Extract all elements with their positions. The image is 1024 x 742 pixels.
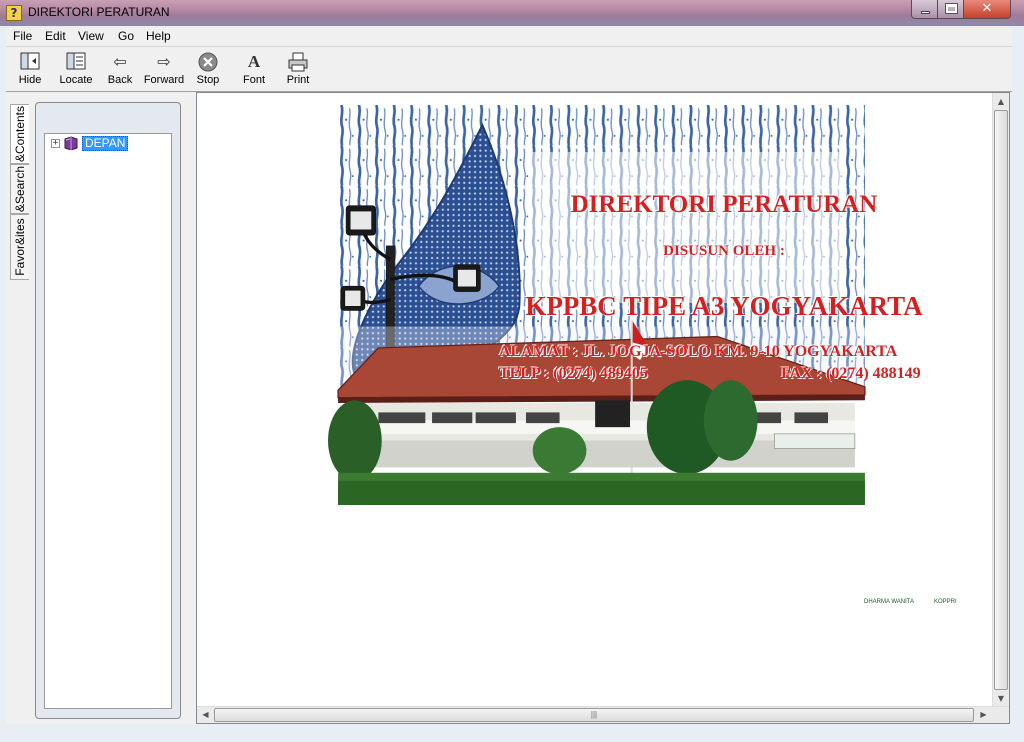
locate-button[interactable]: Locate: [54, 49, 98, 89]
scroll-right-icon[interactable]: ▶: [975, 707, 992, 723]
minimize-icon: [921, 11, 930, 14]
close-icon: ✕: [981, 1, 993, 16]
hide-pane-icon: [19, 52, 41, 72]
vertical-scrollbar[interactable]: ▲ ▼: [992, 93, 1009, 707]
contents-pane: + DEPAN: [30, 92, 190, 724]
maximize-button[interactable]: [937, 0, 964, 19]
menu-edit[interactable]: Edit: [45, 29, 66, 43]
stop-icon: [197, 52, 219, 72]
window-title: DIREKTORI PERATURAN: [28, 5, 170, 19]
font-button[interactable]: A Font: [238, 49, 270, 89]
vertical-scroll-thumb[interactable]: [994, 110, 1008, 690]
back-button[interactable]: ⇦ Back: [102, 49, 138, 89]
topic-content-pane: DIREKTORI PERATURAN DISUSUN OLEH : KPPBC…: [196, 92, 1010, 724]
cover-image: DIREKTORI PERATURAN DISUSUN OLEH : KPPBC…: [209, 105, 994, 701]
cover-address: ALAMAT : JL. JOGJA-SOLO KM. 9-10 YOGYAKA…: [499, 343, 898, 360]
horizontal-scroll-thumb[interactable]: |||: [214, 708, 974, 722]
navigation-tabs: &Contents &Search Favor&ites: [6, 92, 30, 724]
building-sign: BEA DAN CUKAI: [599, 549, 639, 555]
scroll-up-icon[interactable]: ▲: [993, 93, 1009, 110]
contents-tree[interactable]: + DEPAN: [44, 133, 172, 709]
help-viewer-window: ? DIREKTORI PERATURAN ✕ File Edit View G…: [0, 0, 1024, 742]
help-app-icon: ?: [6, 5, 22, 21]
tab-favorites[interactable]: Favor&ites: [10, 214, 29, 280]
cover-title: DIREKTORI PERATURAN: [570, 191, 878, 218]
tree-item-label[interactable]: DEPAN: [82, 136, 129, 151]
horizontal-scrollbar[interactable]: ◀ ||| ▶: [197, 706, 1009, 723]
locate-icon: [65, 52, 87, 72]
scroll-down-icon[interactable]: ▼: [993, 690, 1009, 707]
menu-bar: File Edit View Go Help: [6, 27, 1012, 47]
hide-button[interactable]: Hide: [10, 49, 50, 89]
sign-dharma-wanita: DHARMA WANITA: [864, 599, 915, 605]
stop-button[interactable]: Stop: [192, 49, 224, 89]
printer-icon: [287, 52, 309, 72]
cover-office: KPPBC TIPE A3 YOGYAKARTA: [525, 291, 923, 321]
print-button[interactable]: Print: [282, 49, 314, 89]
expand-icon[interactable]: +: [51, 139, 60, 148]
cover-by: DISUSUN OLEH :: [663, 243, 785, 259]
forward-button[interactable]: ⇨ Forward: [140, 49, 188, 89]
toolbar: Hide Locate ⇦ Back ⇨ Forward Stop A Font: [6, 47, 1012, 92]
menu-view[interactable]: View: [78, 29, 104, 43]
maximize-icon: [945, 3, 958, 14]
menu-file[interactable]: File: [13, 29, 32, 43]
font-icon: A: [247, 52, 261, 71]
book-icon: [63, 136, 79, 151]
menu-go[interactable]: Go: [118, 29, 134, 43]
back-arrow-icon: ⇦: [113, 52, 127, 71]
menu-help[interactable]: Help: [146, 29, 171, 43]
cover-phone: TELP : (0274) 489405: [499, 365, 648, 382]
cover-fax: FAX : (0274) 488149: [781, 365, 921, 382]
contents-frame: + DEPAN: [35, 102, 181, 719]
title-bar[interactable]: ? DIREKTORI PERATURAN ✕: [0, 0, 1024, 26]
scroll-left-icon[interactable]: ◀: [197, 707, 214, 723]
sign-koppri: KOPPRI: [934, 599, 957, 605]
close-button[interactable]: ✕: [963, 0, 1011, 19]
minimize-button[interactable]: [911, 0, 938, 19]
forward-arrow-icon: ⇨: [157, 52, 171, 71]
